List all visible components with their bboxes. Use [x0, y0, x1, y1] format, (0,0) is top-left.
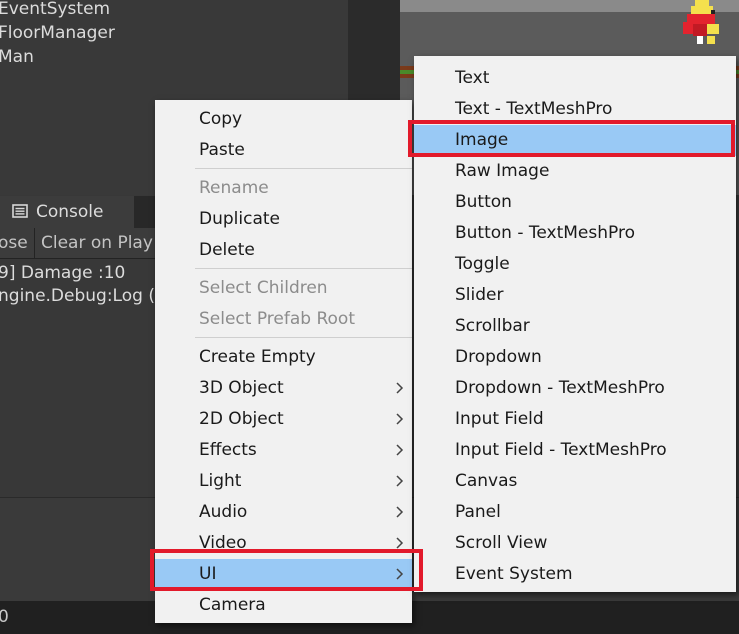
collapse-button[interactable]: ose: [0, 228, 35, 258]
submenu-item-label: Event System: [455, 564, 573, 584]
submenu-item-label: Panel: [455, 502, 501, 522]
menu-item-label: Create Empty: [199, 347, 316, 367]
submenu-item-label: Dropdown: [455, 347, 542, 367]
submenu-item-label: Text: [455, 68, 490, 88]
submenu-item-raw-image[interactable]: Raw Image: [414, 156, 736, 187]
menu-separator: [195, 268, 412, 269]
chevron-right-icon: [396, 537, 404, 549]
menu-item-rename: Rename: [155, 173, 412, 204]
ui-submenu: Text Text - TextMeshPro Image Raw Image …: [414, 56, 736, 592]
menu-item-label: Camera: [199, 595, 266, 615]
menu-item-light[interactable]: Light: [155, 466, 412, 497]
submenu-item-scroll-view[interactable]: Scroll View: [414, 528, 736, 559]
hierarchy-item-floormanager[interactable]: FloorManager: [0, 21, 115, 45]
menu-item-label: Duplicate: [199, 209, 280, 229]
submenu-item-label: Toggle: [455, 254, 510, 274]
chevron-right-icon: [396, 568, 404, 580]
menu-item-3d-object[interactable]: 3D Object: [155, 373, 412, 404]
menu-item-label: Paste: [199, 140, 245, 160]
submenu-item-image[interactable]: Image: [414, 125, 736, 156]
submenu-item-event-system[interactable]: Event System: [414, 559, 736, 590]
submenu-item-label: Scrollbar: [455, 316, 530, 336]
submenu-item-panel[interactable]: Panel: [414, 497, 736, 528]
submenu-item-label: Button - TextMeshPro: [455, 223, 635, 243]
menu-item-label: Light: [199, 471, 242, 491]
menu-item-label: 3D Object: [199, 378, 284, 398]
menu-item-label: Delete: [199, 240, 255, 260]
submenu-item-toggle[interactable]: Toggle: [414, 249, 736, 280]
tab-console[interactable]: Console: [0, 196, 134, 228]
menu-item-video[interactable]: Video: [155, 528, 412, 559]
menu-item-camera[interactable]: Camera: [155, 590, 412, 621]
chevron-right-icon: [396, 506, 404, 518]
menu-separator: [195, 337, 412, 338]
submenu-item-label: Text - TextMeshPro: [455, 99, 613, 119]
submenu-item-label: Input Field: [455, 409, 544, 429]
clear-on-play-button[interactable]: Clear on Play: [34, 228, 160, 258]
submenu-item-label: Scroll View: [455, 533, 548, 553]
log-line[interactable]: ngine.Debug:Log (: [0, 286, 155, 306]
chevron-right-icon: [396, 382, 404, 394]
log-line[interactable]: 9] Damage :10: [0, 263, 125, 283]
status-text: 0: [0, 607, 9, 627]
submenu-item-slider[interactable]: Slider: [414, 280, 736, 311]
submenu-item-label: Dropdown - TextMeshPro: [455, 378, 665, 398]
chevron-right-icon: [396, 413, 404, 425]
submenu-item-canvas[interactable]: Canvas: [414, 466, 736, 497]
submenu-item-label: Image: [455, 130, 509, 150]
menu-item-label: Audio: [199, 502, 248, 522]
submenu-item-label: Canvas: [455, 471, 518, 491]
menu-item-duplicate[interactable]: Duplicate: [155, 204, 412, 235]
context-menu: Copy Paste Rename Duplicate Delete Selec…: [155, 100, 412, 623]
menu-item-copy[interactable]: Copy: [155, 104, 412, 135]
submenu-item-dropdown-textmeshpro[interactable]: Dropdown - TextMeshPro: [414, 373, 736, 404]
menu-item-label: Rename: [199, 178, 269, 198]
menu-item-label: Select Children: [199, 278, 328, 298]
menu-item-effects[interactable]: Effects: [155, 435, 412, 466]
menu-item-label: Copy: [199, 109, 243, 129]
submenu-item-text-textmeshpro[interactable]: Text - TextMeshPro: [414, 94, 736, 125]
menu-item-label: UI: [199, 564, 217, 584]
menu-item-label: Effects: [199, 440, 257, 460]
menu-item-select-children: Select Children: [155, 273, 412, 304]
hierarchy-item-man[interactable]: Man: [0, 45, 34, 69]
menu-separator: [195, 168, 412, 169]
submenu-item-button[interactable]: Button: [414, 187, 736, 218]
menu-item-label: Video: [199, 533, 247, 553]
player-sprite: [683, 0, 719, 44]
menu-item-delete[interactable]: Delete: [155, 235, 412, 266]
menu-item-label: 2D Object: [199, 409, 284, 429]
hierarchy-item-eventsystem[interactable]: EventSystem: [0, 0, 110, 21]
menu-item-2d-object[interactable]: 2D Object: [155, 404, 412, 435]
console-tab-label: Console: [36, 202, 104, 222]
submenu-item-label: Button: [455, 192, 512, 212]
submenu-item-dropdown[interactable]: Dropdown: [414, 342, 736, 373]
menu-item-label: Select Prefab Root: [199, 309, 355, 329]
submenu-item-button-textmeshpro[interactable]: Button - TextMeshPro: [414, 218, 736, 249]
chevron-right-icon: [396, 475, 404, 487]
menu-item-ui[interactable]: UI: [155, 559, 412, 590]
submenu-item-text[interactable]: Text: [414, 63, 736, 94]
submenu-item-label: Input Field - TextMeshPro: [455, 440, 667, 460]
menu-item-create-empty[interactable]: Create Empty: [155, 342, 412, 373]
submenu-item-input-field[interactable]: Input Field: [414, 404, 736, 435]
submenu-item-label: Raw Image: [455, 161, 550, 181]
submenu-item-input-field-textmeshpro[interactable]: Input Field - TextMeshPro: [414, 435, 736, 466]
menu-item-paste[interactable]: Paste: [155, 135, 412, 166]
menu-item-audio[interactable]: Audio: [155, 497, 412, 528]
menu-item-select-prefab-root: Select Prefab Root: [155, 304, 412, 335]
submenu-item-scrollbar[interactable]: Scrollbar: [414, 311, 736, 342]
chevron-right-icon: [396, 444, 404, 456]
console-list-icon: [12, 204, 28, 218]
submenu-item-label: Slider: [455, 285, 504, 305]
